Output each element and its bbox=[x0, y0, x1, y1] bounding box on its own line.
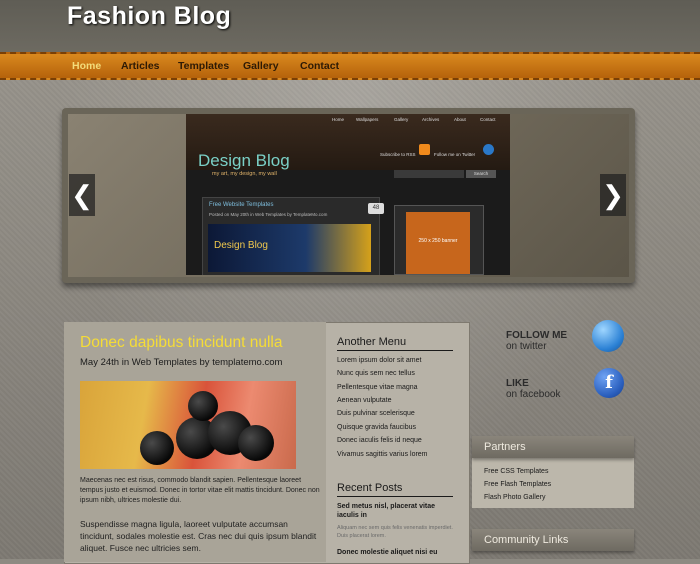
recent-post-title[interactable]: Sed metus nisl, placerat vitae iaculis i… bbox=[337, 502, 457, 520]
nav-item-articles[interactable]: Articles bbox=[121, 60, 160, 72]
slide-follow: Follow me on Twitter bbox=[434, 152, 476, 157]
another-menu-item[interactable]: Pellentesque vitae magna bbox=[337, 384, 418, 391]
chevron-right-icon: ❯ bbox=[602, 180, 624, 210]
slide-nav-item: Wallpapers bbox=[356, 117, 379, 122]
nav-item-home[interactable]: Home bbox=[72, 60, 101, 72]
slide-image-text: Design Blog bbox=[214, 240, 268, 251]
community-links-title: Community Links bbox=[472, 529, 634, 551]
post-meta: May 24th in Web Templates by templatemo.… bbox=[80, 357, 283, 368]
berry bbox=[238, 425, 274, 461]
post-title[interactable]: Donec dapibus tincidunt nulla bbox=[80, 334, 283, 352]
facebook-icon[interactable]: f bbox=[594, 368, 624, 398]
twitter-bird-icon[interactable] bbox=[592, 320, 624, 352]
twitter-icon bbox=[483, 144, 494, 155]
divider bbox=[337, 496, 453, 497]
slide-comment-count: 48 bbox=[368, 203, 384, 214]
slide-logo: Design Blog bbox=[198, 151, 290, 170]
follow-twitter-sub[interactable]: on twitter bbox=[506, 341, 547, 352]
post-image bbox=[80, 381, 296, 469]
slide-nav-item: Gallery bbox=[394, 117, 409, 122]
another-menu-item[interactable]: Aenean vulputate bbox=[337, 397, 392, 404]
slide-search-input bbox=[394, 170, 464, 178]
slide-nav-item: About bbox=[454, 117, 466, 122]
post-paragraph: Suspendisse magna ligula, laoreet vulput… bbox=[80, 519, 317, 553]
slide-post-title: Free Website Templates bbox=[209, 202, 274, 208]
site-title[interactable]: Fashion Blog bbox=[67, 2, 231, 31]
post-paragraph: Maecenas nec est risus, commodo blandit … bbox=[80, 477, 320, 504]
another-menu-item[interactable]: Vivamus sagittis varius lorem bbox=[337, 451, 428, 458]
rss-icon bbox=[419, 144, 430, 155]
follow-twitter-label[interactable]: FOLLOW ME bbox=[506, 330, 567, 341]
berry bbox=[140, 431, 174, 465]
partners-title: Partners bbox=[472, 436, 634, 458]
another-menu-item[interactable]: Duis pulvinar scelerisque bbox=[337, 410, 415, 417]
another-menu-title: Another Menu bbox=[337, 336, 407, 348]
slide-tagline: my art, my design, my wall bbox=[212, 171, 277, 177]
partner-link[interactable]: Free CSS Templates bbox=[484, 468, 548, 475]
slide-nav-item: Archives bbox=[422, 117, 440, 122]
chevron-left-icon: ❮ bbox=[71, 180, 93, 210]
nav-item-gallery[interactable]: Gallery bbox=[243, 60, 279, 72]
like-facebook-label[interactable]: LIKE bbox=[506, 378, 529, 389]
berry bbox=[188, 391, 218, 421]
slide-nav-item: Home bbox=[332, 117, 345, 122]
slide-subscribe: Subscribe to RSS bbox=[380, 152, 416, 157]
another-menu-item[interactable]: Quisque gravida faucibus bbox=[337, 424, 416, 431]
recent-post-title[interactable]: Donec molestie aliquet nisi eu bbox=[337, 548, 457, 557]
nav-item-templates[interactable]: Templates bbox=[178, 60, 229, 72]
slide-post-meta: Posted on May 20th in Web Templates by T… bbox=[209, 212, 328, 217]
slider-prev-button[interactable]: ❮ bbox=[69, 174, 95, 216]
like-facebook-sub[interactable]: on facebook bbox=[506, 389, 561, 400]
partner-link[interactable]: Free Flash Templates bbox=[484, 481, 551, 488]
slider-next-button[interactable]: ❯ bbox=[600, 174, 626, 216]
main-nav bbox=[0, 52, 700, 80]
nav-item-contact[interactable]: Contact bbox=[300, 60, 339, 72]
recent-post-excerpt: Aliquam nec sem quis felis venenatis imp… bbox=[337, 525, 453, 539]
slide-nav-item: Contact bbox=[480, 117, 496, 122]
another-menu-item[interactable]: Donec iaculis felis id neque bbox=[337, 437, 422, 444]
another-menu-item[interactable]: Lorem ipsum dolor sit amet bbox=[337, 357, 421, 364]
recent-posts-title: Recent Posts bbox=[337, 482, 403, 494]
divider bbox=[337, 350, 453, 351]
slide-search-button: Search bbox=[466, 170, 496, 178]
slide-screenshot[interactable]: Home Wallpapers Gallery Archives About C… bbox=[186, 114, 510, 275]
partner-link[interactable]: Flash Photo Gallery bbox=[484, 494, 545, 501]
slide-banner-text: 250 x 250 banner bbox=[418, 238, 458, 244]
another-menu-item[interactable]: Nunc quis sem nec tellus bbox=[337, 370, 415, 377]
